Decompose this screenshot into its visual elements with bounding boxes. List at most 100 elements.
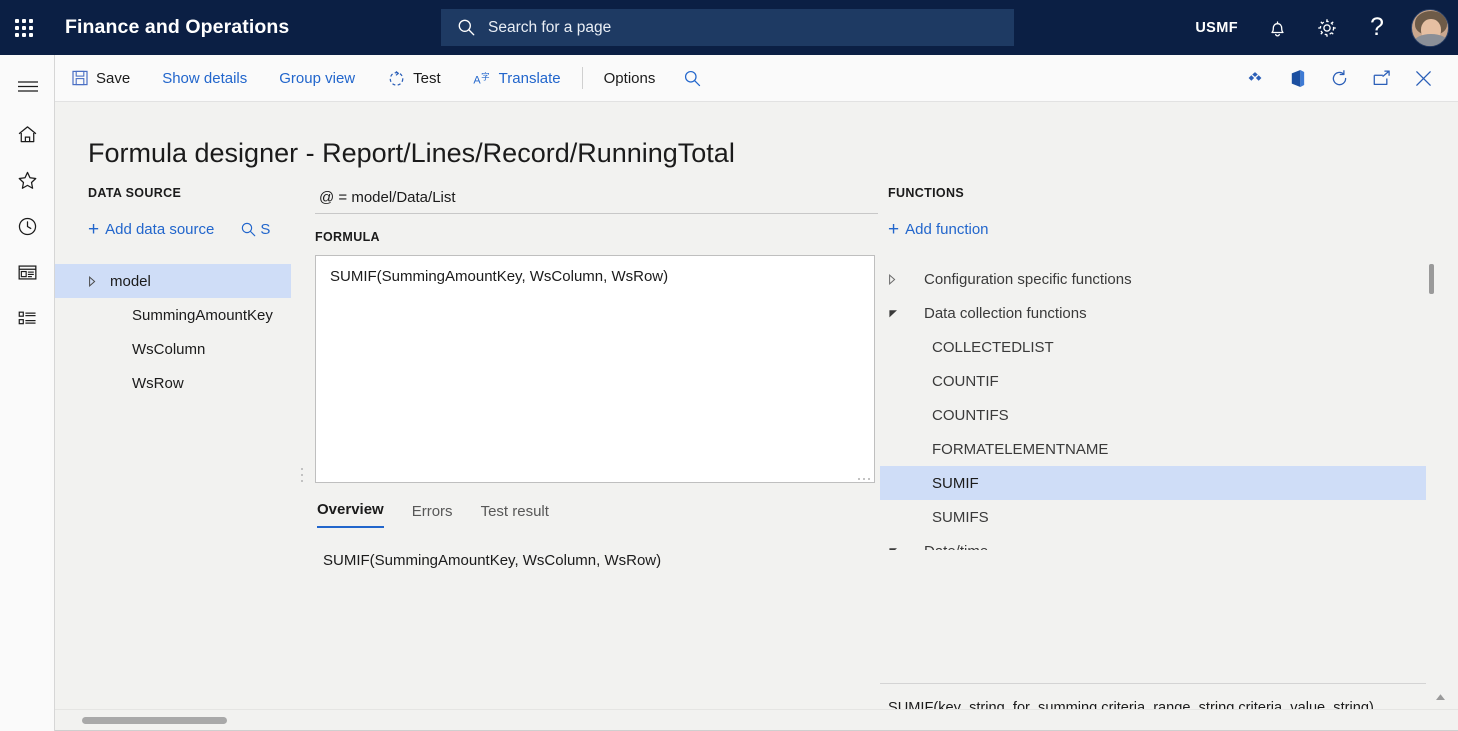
company-selector[interactable]: USMF xyxy=(1181,20,1252,36)
horizontal-scroll-thumb[interactable] xyxy=(82,717,227,724)
tree-row-wscolumn[interactable]: WsColumn xyxy=(55,332,291,366)
tab-test-result-label: Test result xyxy=(480,503,549,520)
add-function-label: Add function xyxy=(905,221,989,238)
fn-group-date-time[interactable]: Date/time xyxy=(880,534,1426,550)
sidebar-item-recent[interactable] xyxy=(0,203,55,249)
command-search-button[interactable] xyxy=(671,55,713,102)
tree-row-summingamountkey[interactable]: SummingAmountKey xyxy=(55,298,291,332)
office-button[interactable] xyxy=(1276,55,1318,102)
help-button[interactable]: ? xyxy=(1352,0,1402,55)
show-details-button[interactable]: Show details xyxy=(146,55,263,102)
fn-group-label: Data collection functions xyxy=(924,304,1087,322)
fn-group-configuration-specific-functions[interactable]: Configuration specific functions xyxy=(880,262,1426,296)
data-source-search-button[interactable]: S xyxy=(240,221,274,238)
tree-item-label: WsColumn xyxy=(132,340,206,358)
open-in-new-window-icon xyxy=(1373,69,1390,85)
chevron-right-icon[interactable] xyxy=(88,275,110,287)
tab-test-result[interactable]: Test result xyxy=(481,503,549,528)
save-icon xyxy=(72,70,88,86)
page-horizontal-scrollbar[interactable] xyxy=(55,709,1458,731)
global-search-input[interactable]: Search for a page xyxy=(441,9,1014,46)
binding-path-text: @ = model/Data/List xyxy=(319,189,456,206)
tree-row-wsrow[interactable]: WsRow xyxy=(55,366,291,400)
svg-text:字: 字 xyxy=(481,70,490,81)
add-data-source-button[interactable]: + Add data source xyxy=(88,220,214,239)
chevron-right-icon[interactable] xyxy=(888,273,924,285)
bell-icon xyxy=(1270,20,1284,36)
functions-tree-scrollbar[interactable] xyxy=(1429,262,1434,546)
functions-panel: FUNCTIONS + Add function Configuration s… xyxy=(880,186,1458,731)
data-source-heading: DATA SOURCE xyxy=(88,186,182,200)
chevron-down-icon[interactable] xyxy=(888,308,924,319)
translate-button[interactable]: A 字 Translate xyxy=(457,55,577,102)
fn-item-countif[interactable]: COUNTIF xyxy=(880,364,1426,398)
close-button[interactable] xyxy=(1402,55,1444,102)
chevron-up-icon xyxy=(1435,694,1445,700)
app-header: Finance and Operations Search for a page… xyxy=(0,0,1458,55)
tab-errors-label: Errors xyxy=(411,503,453,520)
group-view-button[interactable]: Group view xyxy=(263,55,371,102)
sidebar-item-modules[interactable] xyxy=(0,295,55,341)
sidebar-item-workspaces[interactable] xyxy=(0,249,55,295)
star-icon xyxy=(18,171,37,189)
scroll-up-arrow-button[interactable] xyxy=(1432,689,1448,705)
command-bar: Save Show details Group view Test A 字 Tr… xyxy=(55,55,1458,102)
refresh-button[interactable] xyxy=(1318,55,1360,102)
attachments-button[interactable] xyxy=(1234,55,1276,102)
data-source-actions: + Add data source S xyxy=(88,220,298,239)
home-icon xyxy=(18,125,37,142)
fn-group-data-collection-functions[interactable]: Data collection functions xyxy=(880,296,1426,330)
panel-splitter-handle[interactable] xyxy=(297,462,307,488)
sidebar-item-hamburger-menu[interactable] xyxy=(0,63,55,109)
fn-item-sumifs[interactable]: SUMIFS xyxy=(880,500,1426,534)
clock-icon xyxy=(18,217,37,235)
data-source-panel: DATA SOURCE + Add data source S model Su… xyxy=(55,186,298,392)
add-data-source-label: Add data source xyxy=(105,221,215,238)
add-function-button[interactable]: + Add function xyxy=(888,220,1458,239)
options-label: Options xyxy=(603,69,656,87)
group-view-label: Group view xyxy=(279,69,356,87)
app-launcher-icon[interactable] xyxy=(0,0,48,55)
formula-editor-resize-grip[interactable] xyxy=(858,478,870,480)
sidebar-item-favorites[interactable] xyxy=(0,157,55,203)
formula-text: SUMIF(SummingAmountKey, WsColumn, WsRow) xyxy=(330,268,669,285)
data-source-search-label: S xyxy=(260,221,271,238)
settings-button[interactable] xyxy=(1302,0,1352,55)
formula-editor[interactable]: SUMIF(SummingAmountKey, WsColumn, WsRow) xyxy=(315,255,875,483)
fn-item-label: SUMIF xyxy=(932,474,979,492)
formula-heading: FORMULA xyxy=(315,230,380,244)
waffle-dots xyxy=(15,18,33,37)
office-icon xyxy=(1291,69,1304,87)
fn-item-countifs[interactable]: COUNTIFS xyxy=(880,398,1426,432)
search-icon xyxy=(684,70,700,86)
chevron-down-icon[interactable] xyxy=(888,546,924,550)
tree-row-model[interactable]: model xyxy=(55,264,291,298)
tab-overview[interactable]: Overview xyxy=(317,501,384,528)
tab-errors[interactable]: Errors xyxy=(412,503,453,528)
functions-tree-scroll-thumb[interactable] xyxy=(1429,264,1434,294)
user-account-button[interactable] xyxy=(1402,0,1458,55)
save-button[interactable]: Save xyxy=(55,55,146,102)
global-search-placeholder: Search for a page xyxy=(488,18,612,36)
fn-item-collectedlist[interactable]: COLLECTEDLIST xyxy=(880,330,1426,364)
fn-item-formatelementname[interactable]: FORMATELEMENTNAME xyxy=(880,432,1426,466)
navigation-rail xyxy=(0,55,55,731)
fn-item-sumif[interactable]: SUMIF xyxy=(880,466,1426,500)
binding-path-field[interactable]: @ = model/Data/List xyxy=(315,186,878,214)
header-right-group: USMF ? xyxy=(1181,0,1458,55)
options-button[interactable]: Options xyxy=(588,55,672,102)
data-source-tree: model SummingAmountKey WsColumn WsRow xyxy=(55,264,291,400)
open-in-new-window-button[interactable] xyxy=(1360,55,1402,102)
fn-item-label: FORMATELEMENTNAME xyxy=(932,440,1109,458)
overview-content: SUMIF(SummingAmountKey, WsColumn, WsRow) xyxy=(323,552,662,569)
close-icon xyxy=(1415,70,1431,86)
sidebar-item-home[interactable] xyxy=(0,111,55,157)
search-icon xyxy=(242,222,256,237)
app-title: Finance and Operations xyxy=(65,16,290,38)
tree-item-label: model xyxy=(110,272,151,290)
plus-icon: + xyxy=(88,219,100,240)
formula-designer-page: Formula designer - Report/Lines/Record/R… xyxy=(55,102,1458,731)
plus-icon: + xyxy=(888,219,900,240)
test-button[interactable]: Test xyxy=(371,55,457,102)
notifications-button[interactable] xyxy=(1252,0,1302,55)
